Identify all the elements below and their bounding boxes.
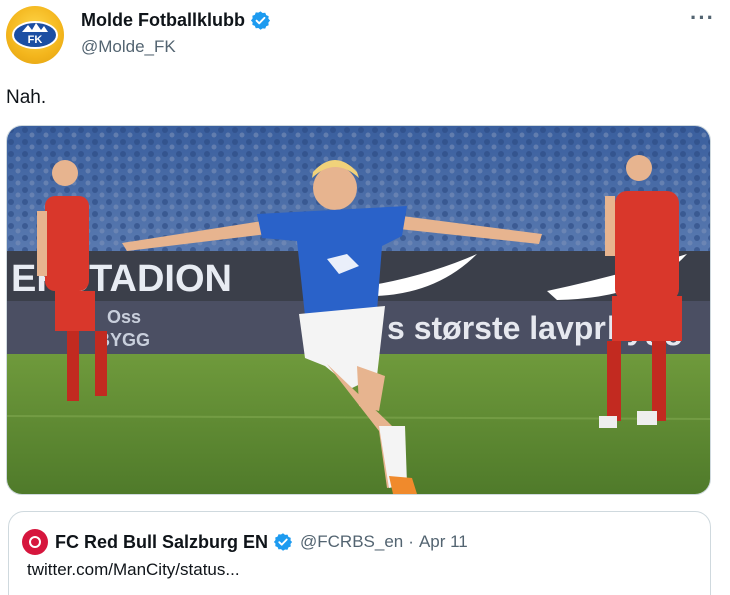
molde-logo-icon: FK (12, 21, 58, 49)
match-photo: ERSTADION Oss BYGG s største lavpr bygg (7, 126, 710, 494)
quoted-tweet[interactable]: FC Red Bull Salzburg EN @FCRBS_en · Apr … (8, 511, 711, 595)
quoted-tweet-header: FC Red Bull Salzburg EN @FCRBS_en · Apr … (22, 529, 468, 555)
author-name-row: Molde Fotballklubb (81, 10, 271, 31)
salzburg-logo-icon (29, 536, 41, 548)
more-options-icon[interactable]: ··· (690, 7, 715, 29)
author-avatar[interactable]: FK (6, 6, 64, 64)
author-display-name[interactable]: Molde Fotballklubb (81, 10, 245, 31)
tweet[interactable]: FK Molde Fotballklubb @Molde_FK ··· Nah. (0, 0, 730, 595)
svg-text:s største lavpr: s største lavpr (387, 310, 606, 346)
quoted-handle[interactable]: @FCRBS_en (300, 532, 403, 552)
quoted-display-name[interactable]: FC Red Bull Salzburg EN (55, 532, 268, 553)
svg-text:Oss: Oss (107, 307, 141, 327)
separator-dot: · (408, 532, 414, 551)
salzburg-avatar[interactable] (22, 529, 48, 555)
author-handle[interactable]: @Molde_FK (81, 37, 176, 57)
tweet-photo[interactable]: ERSTADION Oss BYGG s største lavpr bygg (6, 125, 711, 495)
tweet-text: Nah. (6, 87, 47, 108)
verified-badge-icon (250, 11, 271, 30)
quoted-date[interactable]: Apr 11 (419, 532, 468, 552)
quoted-tweet-link[interactable]: twitter.com/ManCity/status... (27, 560, 240, 580)
verified-badge-icon (273, 533, 293, 551)
logo-letters: FK (28, 34, 43, 46)
